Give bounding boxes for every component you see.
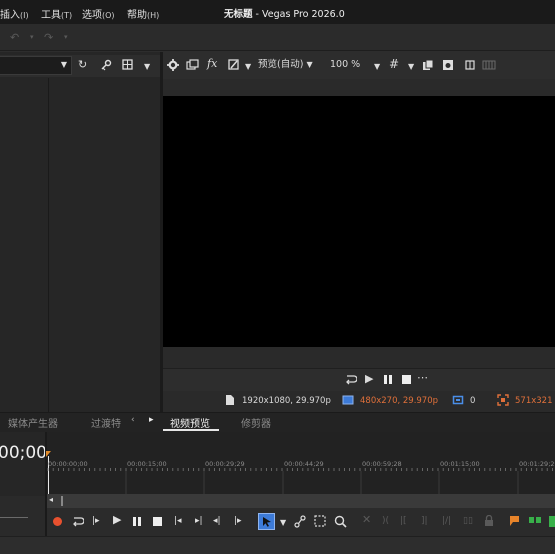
normal-edit-tool-button[interactable] [258,513,275,530]
copy-snapshot-icon[interactable] [422,59,434,71]
view-dropdown[interactable]: ▼ [0,56,72,75]
tab-media-generators[interactable]: 媒体产生器 [8,415,58,430]
project-info: 1920x1080, 29.970p [242,396,331,406]
tabs-scroll-right-icon[interactable]: ▸ [149,415,154,425]
active-tab-indicator [163,429,219,431]
menu-options[interactable]: 选项(O) [82,6,115,21]
split-screen-icon[interactable] [228,59,240,71]
preview-bottom-strip [163,347,555,369]
marker-icon[interactable] [509,515,520,527]
redo-icon[interactable]: ↷ [44,31,53,44]
stop-icon[interactable] [152,516,163,527]
audio-meter-icon[interactable] [464,59,476,71]
save-snapshot-icon[interactable] [442,59,454,71]
delete-icon: ✕ [362,513,372,526]
preview-display-icon [342,395,354,405]
preview-transport [163,369,555,391]
trim-end-icon: ]| [421,516,428,526]
scopes-icon[interactable] [482,60,496,70]
track-divider [0,517,28,518]
previous-frame-icon[interactable]: ◂| [213,515,221,527]
status-footer [0,536,555,554]
undo-dropdown-icon[interactable]: ▾ [30,33,34,41]
project-media-pane [0,52,160,412]
envelope-tool-icon[interactable] [294,515,306,528]
play-from-start-icon[interactable]: |▸ [92,515,100,527]
menu-insert[interactable]: 插入(I) [0,6,29,21]
command-marker-icon[interactable] [549,516,555,527]
play-icon[interactable]: ▶ [365,373,373,385]
chevron-down-icon: ▼ [60,60,67,69]
lock-icon [485,515,493,526]
undo-icon[interactable]: ↶ [10,31,19,44]
pause-icon[interactable] [383,374,393,385]
scroll-thumb[interactable] [61,496,63,506]
tabs-scroll-left-icon[interactable]: ‹ [131,415,135,425]
timecode-display: 00;00 [0,443,47,463]
chevron-down-icon: ▼ [306,60,313,69]
cursor-arrow-icon [263,517,271,527]
display-info: 571x321 [515,396,553,406]
key-icon[interactable] [100,59,112,71]
video-preview-canvas [163,96,555,347]
frame-counter-icon [452,395,464,405]
frame-count: 0 [470,396,476,406]
ignore-grouping-icon: ▯▯ [463,516,473,526]
split-dropdown-icon[interactable]: ▼ [245,61,251,73]
go-to-start-icon[interactable]: |◂ [174,515,182,527]
play-icon[interactable]: ▶ [113,514,121,526]
zoom-chevron-icon[interactable]: ▼ [374,61,380,73]
overlays-grid-icon[interactable]: # [389,58,399,70]
region-icon[interactable] [528,516,542,526]
redo-dropdown-icon[interactable]: ▾ [64,33,68,41]
timeline-header [0,432,45,496]
loop-icon[interactable] [71,516,84,527]
split-icon: |/| [442,516,452,526]
refresh-icon[interactable]: ↻ [78,59,87,71]
tab-video-preview[interactable]: 视频预览 [170,415,210,430]
tool-dropdown-icon[interactable]: ▼ [280,517,286,529]
main-toolbar: ↶ ▾ ↷ ▾ [0,24,555,51]
go-to-end-icon[interactable]: ▸| [195,515,203,527]
menu-bar: 插入(I) 工具(T) 选项(O) 帮助(H) 无标题 - Vegas Pro … [0,0,555,24]
timeline-scrollbar[interactable]: ◂ [47,494,555,508]
tab-transitions[interactable]: 过渡特​ [91,415,121,430]
scroll-left-icon[interactable]: ◂ [49,495,53,504]
pane-splitter[interactable] [48,78,49,412]
ruler-major-lines [125,471,519,494]
more-options-icon[interactable]: ⋯ [417,372,428,384]
preview-info: 480x270, 29.970p [360,396,439,406]
zoom-dropdown[interactable]: 100 % [330,59,360,71]
selection-tool-icon[interactable] [314,515,326,527]
loop-playback-icon[interactable] [344,374,357,385]
stop-icon[interactable] [401,374,412,385]
view-dropdown-icon[interactable]: ▼ [144,61,150,73]
trim-start-icon: |[ [400,516,407,526]
preview-subbar [163,79,555,96]
view-grid-icon[interactable] [122,59,133,70]
external-monitor-icon[interactable] [186,59,199,71]
tab-trimmer[interactable]: 修剪器 [241,415,271,430]
settings-gear-icon[interactable] [167,59,179,71]
project-file-icon [226,395,234,405]
trim-icon: )( [382,516,390,526]
window-tabs [0,412,555,432]
next-frame-icon[interactable]: |▸ [234,515,242,527]
video-fx-icon[interactable]: fx [207,58,217,70]
menu-tools[interactable]: 工具(T) [41,6,72,21]
preview-quality-dropdown[interactable]: 预览(自动) ▼ [258,59,313,71]
zoom-tool-icon[interactable] [334,515,347,528]
menu-help[interactable]: 帮助(H) [127,6,159,21]
pause-icon[interactable] [132,516,142,527]
overlays-dropdown-icon[interactable]: ▼ [408,61,414,73]
display-size-icon [497,394,509,406]
record-icon[interactable] [52,516,63,527]
window-title: 无标题 - Vegas Pro 2026.0 [224,9,345,20]
